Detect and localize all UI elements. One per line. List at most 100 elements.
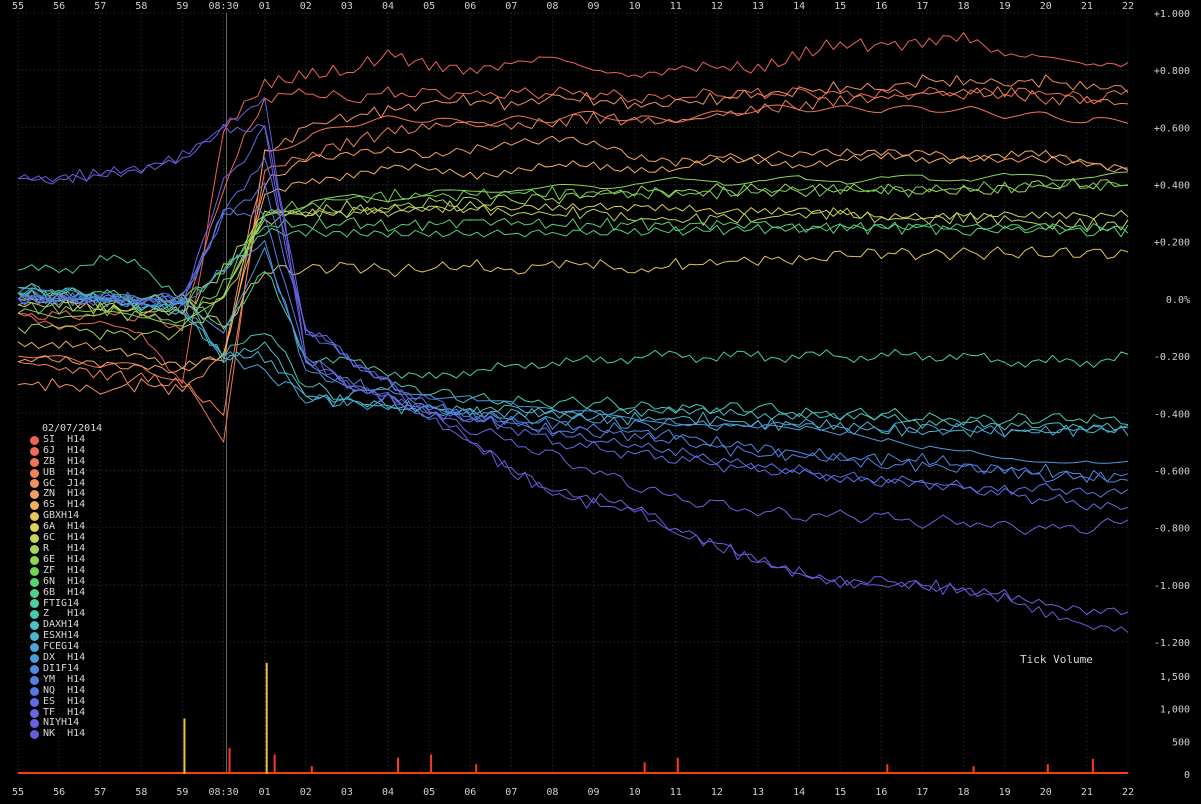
x-tick-label-top: 07 [505, 1, 517, 12]
x-tick-label-bottom: 55 [12, 787, 24, 798]
x-tick-label-top: 05 [423, 1, 435, 12]
series-line-5 [17, 135, 1129, 374]
x-tick-label-bottom: 14 [793, 787, 805, 798]
y-tick-label: -1.000 [1154, 581, 1190, 592]
y-tick-label: +0.200 [1154, 238, 1190, 249]
x-tick-label-top: 08:30 [209, 1, 239, 12]
legend-dot-icon [30, 632, 39, 642]
x-tick-label-bottom: 11 [670, 787, 682, 798]
legend-label: UB H14 [43, 466, 86, 478]
x-tick-label-bottom: 06 [464, 787, 476, 798]
x-tick-label-bottom: 05 [423, 787, 435, 798]
chart-root: 55 55 56 56 57 57 58 58 59 59 08:30 08:30 01 01 02 02 03… [0, 0, 1201, 800]
x-tick-label-bottom: 57 [94, 787, 106, 798]
legend-dot-icon [30, 435, 39, 445]
y-tick-label: +0.800 [1154, 66, 1190, 77]
legend-dot-icon [30, 610, 39, 620]
legend-item: ES H14 [30, 695, 102, 708]
legend-dot-icon [30, 621, 39, 631]
y-tick-label: -0.800 [1154, 524, 1190, 535]
x-tick-label-bottom: 19 [999, 787, 1011, 798]
y-axis-ticks: +1.000 +0.800 +0.600 +0.400 +0.200 0.0% -0.200… [1154, 9, 1190, 649]
x-tick-label-bottom: 10 [629, 787, 641, 798]
legend-dot-icon [30, 643, 39, 653]
x-tick-label-top: 15 [834, 1, 846, 12]
legend-dot-icon [30, 664, 39, 674]
legend-dot-icon [30, 730, 39, 740]
legend-item: UB H14 [30, 466, 102, 479]
legend-dot-icon [30, 468, 39, 478]
x-tick-label-bottom: 09 [588, 787, 600, 798]
legend-dot-icon [30, 708, 39, 718]
x-tick-label-top: 01 [259, 1, 271, 12]
x-tick-label-top: 03 [341, 1, 353, 12]
volume-tick-label: 1,000 [1160, 705, 1190, 716]
x-tick-label-top: 21 [1081, 1, 1093, 12]
series-line-22 [17, 206, 1129, 483]
grid [17, 12, 1129, 774]
legend-dot-icon [30, 544, 39, 554]
volume-tick-label: 1,500 [1160, 672, 1190, 683]
x-tick-label-bottom: 08 [546, 787, 558, 798]
volume-tick-label: 500 [1172, 737, 1190, 748]
x-tick-label-bottom: 15 [834, 787, 846, 798]
legend-dot-icon [30, 566, 39, 576]
legend-label: ZB H14 [43, 455, 86, 467]
legend-dot-icon [30, 490, 39, 500]
legend-dot-icon [30, 686, 39, 696]
legend-dot-icon [30, 588, 39, 598]
legend-dot-icon [30, 555, 39, 565]
legend-dot-icon [30, 523, 39, 533]
x-tick-label-top: 17 [916, 1, 928, 12]
volume-bars [18, 662, 1128, 774]
y-tick-label: -0.400 [1154, 409, 1190, 420]
x-tick-label-bottom: 04 [382, 787, 394, 798]
series-lines [17, 32, 1129, 633]
x-tick-label-bottom: 13 [752, 787, 764, 798]
x-tick-label-top: 14 [793, 1, 805, 12]
legend: 02/07/2014 SI H14 6J H14 ZB H14 UB H14 GC J1… [30, 423, 102, 740]
tick-volume-label: Tick Volume [1020, 653, 1093, 666]
series-line-4 [17, 74, 1129, 395]
x-tick-label-top: 19 [999, 1, 1011, 12]
y-tick-label: -1.200 [1154, 638, 1190, 649]
x-axis-ticks: 55 55 56 56 57 57 58 58 59 59 08:30 08:30 01 01 02 02 03… [12, 1, 1134, 798]
legend-dot-icon [30, 719, 39, 729]
legend-dot-icon [30, 599, 39, 609]
x-tick-label-bottom: 16 [875, 787, 887, 798]
y-tick-label: +0.400 [1154, 181, 1190, 192]
series-line-1 [17, 86, 1129, 332]
x-tick-label-bottom: 56 [53, 787, 65, 798]
y-tick-label: +1.000 [1154, 9, 1190, 20]
x-tick-label-top: 18 [958, 1, 970, 12]
x-tick-label-bottom: 59 [176, 787, 188, 798]
x-tick-label-top: 58 [135, 1, 147, 12]
series-line-2 [17, 104, 1129, 443]
x-tick-label-bottom: 07 [505, 787, 517, 798]
x-tick-label-bottom: 58 [135, 787, 147, 798]
x-tick-label-bottom: 03 [341, 787, 353, 798]
legend-dot-icon [30, 446, 39, 456]
chart-svg: 55 55 56 56 57 57 58 58 59 59 08:30 08:30 01 01 02 02 03… [12, 1, 1190, 798]
legend-label: ES H14 [43, 695, 86, 707]
x-tick-label-bottom: 18 [958, 787, 970, 798]
x-tick-label-top: 57 [94, 1, 106, 12]
x-tick-label-top: 59 [176, 1, 188, 12]
legend-dot-icon [30, 501, 39, 511]
legend-dot-icon [30, 534, 39, 544]
volume-tick-label: 0 [1184, 770, 1190, 781]
legend-label: NK H14 [43, 728, 86, 740]
x-tick-label-bottom: 22 [1122, 787, 1134, 798]
x-tick-label-bottom: 21 [1081, 787, 1093, 798]
legend-dot-icon [30, 697, 39, 707]
legend-dot-icon [30, 577, 39, 587]
legend-dot-icon [30, 479, 39, 489]
x-tick-label-top: 06 [464, 1, 476, 12]
x-tick-label-top: 02 [300, 1, 312, 12]
series-line-24 [17, 157, 1129, 511]
x-tick-label-bottom: 02 [300, 787, 312, 798]
legend-dot-icon [30, 653, 39, 663]
series-line-7 [17, 246, 1129, 330]
y-tick-label: -0.200 [1154, 352, 1190, 363]
x-tick-label-top: 12 [711, 1, 723, 12]
